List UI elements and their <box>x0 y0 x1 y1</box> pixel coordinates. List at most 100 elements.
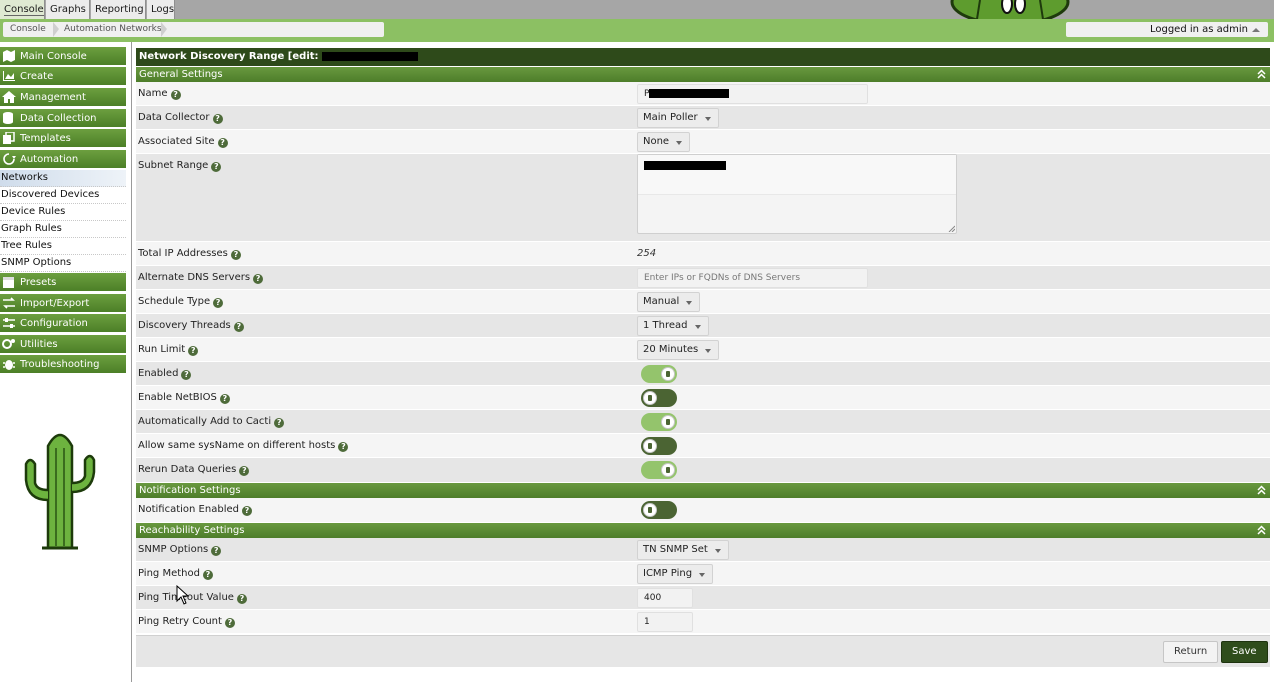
sidebar-item-troubleshooting[interactable]: Troubleshooting <box>0 355 126 374</box>
help-icon[interactable]: ? <box>230 250 241 260</box>
tab-reporting[interactable]: Reporting <box>91 0 146 19</box>
ping-method-select[interactable]: ICMP Ping <box>637 564 714 584</box>
sidebar-item-configuration[interactable]: Configuration <box>0 314 126 333</box>
help-icon[interactable]: ? <box>211 546 222 556</box>
mouse-cursor-icon <box>176 585 190 605</box>
cogs-icon <box>2 339 15 349</box>
save-button[interactable]: Save <box>1221 641 1268 663</box>
sidebar-item-tree-rules[interactable]: Tree Rules <box>0 238 126 255</box>
sidebar-item-presets[interactable]: Presets <box>0 273 126 292</box>
exchange-icon <box>3 297 15 309</box>
row-auto-add: Automatically Add to Cacti? <box>136 410 1270 434</box>
return-button[interactable]: Return <box>1163 641 1219 663</box>
user-menu[interactable]: Logged in as admin <box>1066 22 1268 37</box>
sidebar-label: Management <box>20 92 86 103</box>
chevron-down-icon <box>705 349 712 353</box>
enabled-toggle[interactable] <box>641 365 677 383</box>
help-icon[interactable]: ? <box>217 138 228 148</box>
resize-grip-icon[interactable] <box>947 224 955 232</box>
help-icon[interactable]: ? <box>224 618 235 628</box>
help-icon[interactable]: ? <box>212 114 223 124</box>
sidebar-item-templates[interactable]: Templates <box>0 129 126 148</box>
help-icon[interactable]: ? <box>236 594 247 604</box>
help-icon[interactable]: ? <box>338 442 349 452</box>
sidebar-item-data-collection[interactable]: Data Collection <box>0 109 126 128</box>
sidebar-label: Automation <box>20 154 79 165</box>
sidebar-item-import-export[interactable]: Import/Export <box>0 294 126 313</box>
chevron-down-icon <box>714 549 721 553</box>
help-icon[interactable]: ? <box>239 466 250 476</box>
sidebar-label: Configuration <box>20 318 88 329</box>
bug-icon <box>3 360 15 370</box>
section-reachability-settings[interactable]: Reachability Settings <box>136 523 1270 538</box>
sidebar-item-discovered-devices[interactable]: Discovered Devices <box>0 187 126 204</box>
breadcrumb-separator <box>53 22 59 37</box>
same-sysname-toggle[interactable] <box>641 437 677 455</box>
breadcrumb-console[interactable]: Console <box>10 22 46 37</box>
row-total-ip: Total IP Addresses? 254 <box>136 242 1270 266</box>
row-discovery-threads: Discovery Threads? 1 Thread <box>136 314 1270 338</box>
row-same-sysname: Allow same sysName on different hosts? <box>136 434 1270 458</box>
tab-graphs[interactable]: Graphs <box>46 0 90 19</box>
schedule-type-select[interactable]: Manual <box>637 292 701 312</box>
help-icon[interactable]: ? <box>181 370 192 380</box>
sidebar-item-networks[interactable]: Networks <box>0 170 126 187</box>
help-icon[interactable]: ? <box>233 322 244 332</box>
section-general-settings[interactable]: General Settings <box>136 67 1270 82</box>
help-icon[interactable]: ? <box>211 162 222 172</box>
breadcrumb-automation-networks[interactable]: Automation Networks <box>64 22 162 37</box>
field-label: Alternate DNS Servers? <box>138 272 264 284</box>
sidebar-item-utilities[interactable]: Utilities <box>0 335 126 354</box>
collapse-up-icon[interactable] <box>1257 525 1266 535</box>
map-icon <box>3 50 15 62</box>
run-limit-select[interactable]: 20 Minutes <box>637 340 720 360</box>
help-icon[interactable]: ? <box>253 274 264 284</box>
help-icon[interactable]: ? <box>188 346 199 356</box>
help-icon[interactable]: ? <box>202 570 213 580</box>
section-title: General Settings <box>139 69 223 80</box>
ping-retry-input[interactable]: 1 <box>637 612 693 632</box>
tab-console-label: Console <box>4 4 44 16</box>
name-input[interactable]: P <box>637 84 868 104</box>
calendar-icon <box>3 277 14 288</box>
collapse-up-icon[interactable] <box>1257 485 1266 495</box>
associated-site-select[interactable]: None <box>637 132 691 152</box>
help-icon[interactable]: ? <box>274 418 285 428</box>
help-icon[interactable]: ? <box>170 90 181 100</box>
breadcrumb-separator <box>161 22 167 37</box>
tab-logs[interactable]: Logs <box>147 0 175 19</box>
rerun-queries-toggle[interactable] <box>641 461 677 479</box>
data-collector-select[interactable]: Main Poller <box>637 108 719 128</box>
sliders-icon <box>3 318 15 328</box>
ping-timeout-input[interactable]: 400 <box>637 588 693 608</box>
sidebar-item-main-console[interactable]: Main Console <box>0 47 126 66</box>
chart-area-icon <box>3 71 15 81</box>
sidebar-label: Import/Export <box>20 298 90 309</box>
help-icon[interactable]: ? <box>219 394 230 404</box>
sidebar-item-automation[interactable]: Automation <box>0 150 126 169</box>
sidebar-label: Templates <box>20 133 71 144</box>
help-icon[interactable]: ? <box>213 298 224 308</box>
field-label: SNMP Options? <box>138 544 222 556</box>
sidebar-item-graph-rules[interactable]: Graph Rules <box>0 221 126 238</box>
row-subnet-range: Subnet Range? <box>136 154 1270 242</box>
logged-in-label: Logged in as admin <box>1149 24 1248 35</box>
row-rerun-queries: Rerun Data Queries? <box>136 458 1270 483</box>
sidebar-item-device-rules[interactable]: Device Rules <box>0 204 126 221</box>
notification-enabled-toggle[interactable] <box>641 501 677 519</box>
sidebar-item-snmp-options[interactable]: SNMP Options <box>0 255 126 272</box>
enable-netbios-toggle[interactable] <box>641 389 677 407</box>
sidebar-item-management[interactable]: Management <box>0 88 126 107</box>
tab-console[interactable]: Console <box>0 0 45 19</box>
snmp-options-select[interactable]: TN SNMP Set <box>637 540 729 560</box>
sidebar-divider <box>131 42 132 682</box>
help-icon[interactable]: ? <box>241 506 252 516</box>
collapse-up-icon[interactable] <box>1257 69 1266 79</box>
section-notification-settings[interactable]: Notification Settings <box>136 483 1270 498</box>
discovery-threads-select[interactable]: 1 Thread <box>637 316 709 336</box>
chevron-down-icon <box>699 573 706 577</box>
subnet-range-textarea[interactable] <box>637 154 957 234</box>
alt-dns-input[interactable]: Enter IPs or FQDNs of DNS Servers <box>637 268 868 288</box>
auto-add-toggle[interactable] <box>641 413 677 431</box>
sidebar-item-create[interactable]: Create <box>0 67 126 86</box>
